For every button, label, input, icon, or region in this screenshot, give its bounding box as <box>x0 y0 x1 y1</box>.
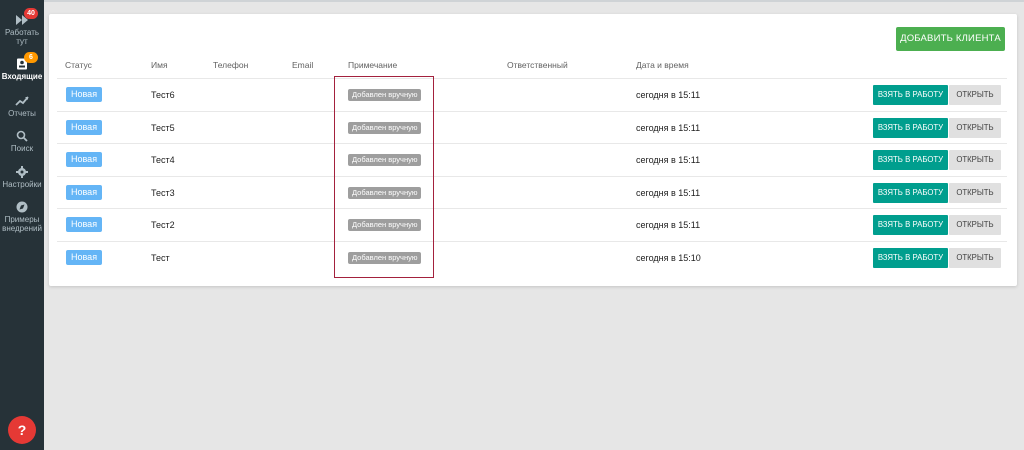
open-button[interactable]: ОТКРЫТЬ <box>949 248 1001 268</box>
take-to-work-button[interactable]: ВЗЯТЬ В РАБОТУ <box>873 118 948 138</box>
status-badge: Новая <box>66 185 103 200</box>
note-badge: Добавлен вручную <box>348 154 422 166</box>
datetime: сегодня в 15:11 <box>636 123 701 133</box>
sidebar-item-label: Примеры внедрений <box>2 215 42 233</box>
note-badge: Добавлен вручную <box>348 219 422 231</box>
column-header-phone: Телефон <box>213 60 249 70</box>
help-button[interactable]: ? <box>8 416 36 444</box>
status-badge: Новая <box>66 120 103 135</box>
client-name: Тест4 <box>151 155 175 165</box>
compass-icon <box>15 201 29 213</box>
top-divider <box>44 0 1024 2</box>
table-row[interactable]: Новая Тест5 Добавлен вручную сегодня в 1… <box>57 111 1007 143</box>
sidebar-item-label: Работать тут <box>4 28 40 46</box>
sidebar-item-label: Отчеты <box>8 109 36 118</box>
sidebar-item-work-here[interactable]: 40 Работать тут <box>0 8 44 46</box>
datetime: сегодня в 15:11 <box>636 155 701 165</box>
inbox-icon: 6 <box>15 52 38 70</box>
column-header-name: Имя <box>151 60 168 70</box>
table-row[interactable]: Новая Тест Добавлен вручную сегодня в 15… <box>57 241 1007 273</box>
client-name: Тест3 <box>151 188 175 198</box>
table-row[interactable]: Новая Тест3 Добавлен вручную сегодня в 1… <box>57 176 1007 208</box>
sidebar-item-search[interactable]: Поиск <box>0 130 44 153</box>
status-badge: Новая <box>66 217 103 232</box>
sidebar-item-label: Поиск <box>10 144 34 153</box>
column-header-email: Email <box>292 60 314 70</box>
note-badge: Добавлен вручную <box>348 122 422 134</box>
sidebar-item-label: Входящие <box>1 72 43 81</box>
take-to-work-button[interactable]: ВЗЯТЬ В РАБОТУ <box>873 150 948 170</box>
note-badge: Добавлен вручную <box>348 89 422 101</box>
sidebar-item-inbox[interactable]: 6 Входящие <box>0 52 44 81</box>
sidebar-item-settings[interactable]: Настройки <box>0 166 44 189</box>
datetime: сегодня в 15:11 <box>636 220 701 230</box>
open-button[interactable]: ОТКРЫТЬ <box>949 215 1001 235</box>
take-to-work-button[interactable]: ВЗЯТЬ В РАБОТУ <box>873 215 948 235</box>
datetime: сегодня в 15:11 <box>636 90 701 100</box>
status-badge: Новая <box>66 152 103 167</box>
open-button[interactable]: ОТКРЫТЬ <box>949 85 1001 105</box>
client-name: Тест2 <box>151 220 175 230</box>
status-badge: Новая <box>66 250 103 265</box>
fast-forward-icon: 40 <box>15 8 38 26</box>
work-here-badge: 40 <box>24 8 38 19</box>
column-header-note: Примечание <box>348 60 398 70</box>
client-name: Тест <box>151 253 170 263</box>
take-to-work-button[interactable]: ВЗЯТЬ В РАБОТУ <box>873 183 948 203</box>
leads-card: ДОБАВИТЬ КЛИЕНТА Статус Имя Телефон Emai… <box>49 14 1017 286</box>
column-header-owner: Ответственный <box>507 60 568 70</box>
client-name: Тест6 <box>151 90 175 100</box>
datetime: сегодня в 15:11 <box>636 188 701 198</box>
status-badge: Новая <box>66 87 103 102</box>
open-button[interactable]: ОТКРЫТЬ <box>949 150 1001 170</box>
inbox-badge: 6 <box>24 52 38 63</box>
help-icon: ? <box>17 422 27 438</box>
note-badge: Добавлен вручную <box>348 252 422 264</box>
note-badge: Добавлен вручную <box>348 187 422 199</box>
column-header-datetime: Дата и время <box>636 60 689 70</box>
sidebar: 40 Работать тут 6 Входящие Отчеты Поиск … <box>0 0 44 450</box>
take-to-work-button[interactable]: ВЗЯТЬ В РАБОТУ <box>873 248 948 268</box>
sidebar-item-examples[interactable]: Примеры внедрений <box>0 201 44 233</box>
table-row[interactable]: Новая Тест2 Добавлен вручную сегодня в 1… <box>57 208 1007 240</box>
search-icon <box>15 130 29 142</box>
gear-icon <box>15 166 29 178</box>
sidebar-item-reports[interactable]: Отчеты <box>0 95 44 118</box>
take-to-work-button[interactable]: ВЗЯТЬ В РАБОТУ <box>873 85 948 105</box>
open-button[interactable]: ОТКРЫТЬ <box>949 183 1001 203</box>
trending-up-icon <box>15 95 29 107</box>
open-button[interactable]: ОТКРЫТЬ <box>949 118 1001 138</box>
sidebar-item-label: Настройки <box>2 180 42 189</box>
client-name: Тест5 <box>151 123 175 133</box>
table-row[interactable]: Новая Тест6 Добавлен вручную сегодня в 1… <box>57 78 1007 110</box>
table-row[interactable]: Новая Тест4 Добавлен вручную сегодня в 1… <box>57 143 1007 175</box>
add-client-button[interactable]: ДОБАВИТЬ КЛИЕНТА <box>896 27 1005 51</box>
datetime: сегодня в 15:10 <box>636 253 701 263</box>
column-header-status: Статус <box>65 60 92 70</box>
